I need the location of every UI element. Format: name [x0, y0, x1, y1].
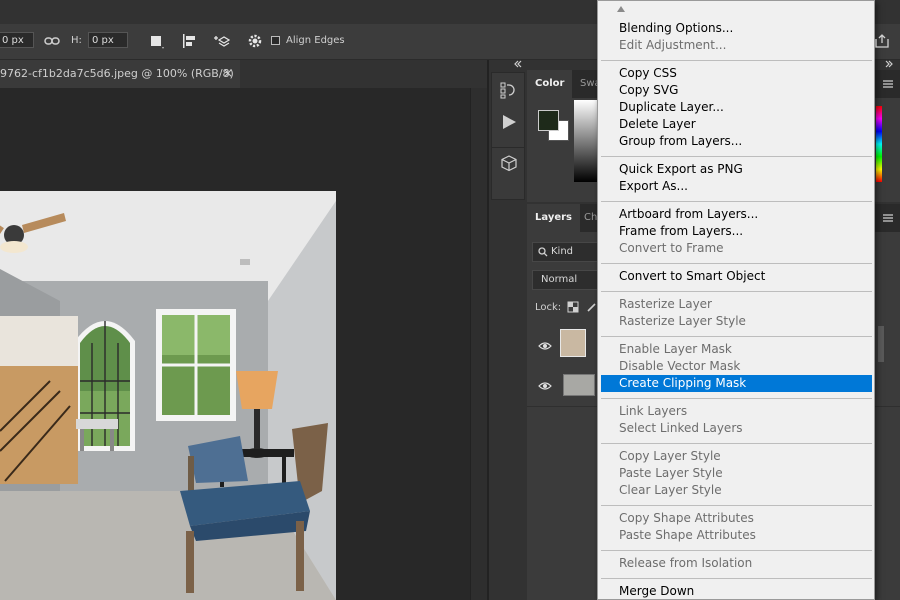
menu-item-delete-layer[interactable]: Delete Layer: [601, 116, 872, 133]
collapsed-panel-dock: [489, 60, 527, 600]
menu-separator: [601, 291, 872, 292]
menu-item-rasterize-layer-style: Rasterize Layer Style: [619, 314, 746, 328]
gear-icon[interactable]: [246, 32, 264, 50]
menu-item-convert-to-frame: Convert to Frame: [619, 241, 724, 255]
path-operations-icon[interactable]: [147, 32, 165, 50]
menu-item-quick-export-png[interactable]: Quick Export as PNG: [601, 161, 872, 178]
lock-transparent-pixels-icon[interactable]: [567, 301, 579, 313]
toolbar-separator: [492, 147, 524, 148]
align-edges-checkbox[interactable]: [271, 36, 280, 45]
height-label: H:: [71, 35, 82, 46]
color-ramp[interactable]: [574, 100, 598, 182]
lock-label: Lock:: [535, 302, 562, 313]
menu-separator: [601, 263, 872, 264]
play-icon[interactable]: [500, 113, 518, 131]
menu-separator: [601, 336, 872, 337]
layer-thumbnail: [560, 329, 586, 357]
menu-item-edit-adjustment: Edit Adjustment...: [619, 38, 727, 52]
tab-layers[interactable]: Layers: [527, 204, 580, 232]
menu-separator: [601, 398, 872, 399]
layers-scrollbar[interactable]: [878, 326, 884, 362]
eye-icon[interactable]: [538, 339, 552, 353]
menu-item-convert-to-smart-object[interactable]: Convert to Smart Object: [601, 268, 872, 285]
vertical-scrollbar[interactable]: [470, 88, 488, 600]
expand-arrows-icon[interactable]: [884, 59, 894, 69]
3d-cube-icon[interactable]: [500, 154, 518, 172]
path-alignment-icon[interactable]: [180, 32, 198, 50]
history-icon[interactable]: [499, 81, 517, 99]
menu-separator: [601, 578, 872, 579]
menu-separator: [601, 550, 872, 551]
search-icon: [538, 247, 548, 257]
document-tab[interactable]: 9762-cf1b2da7c5d6.jpeg @ 100% (RGB/8) ×: [0, 60, 240, 88]
menu-item-frame-from-layers[interactable]: Frame from Layers...: [601, 223, 872, 240]
menu-item-paste-shape-attributes: Paste Shape Attributes: [619, 528, 756, 542]
menu-separator: [601, 201, 872, 202]
menu-item-rasterize-layer: Rasterize Layer: [619, 297, 712, 311]
menu-item-group-from-layers[interactable]: Group from Layers...: [601, 133, 872, 150]
menu-item-paste-layer-style: Paste Layer Style: [619, 466, 723, 480]
layer-thumbnail: [563, 374, 595, 396]
share-icon[interactable]: [874, 33, 890, 49]
menu-item-merge-down[interactable]: Merge Down: [601, 583, 872, 600]
menu-separator: [601, 156, 872, 157]
link-icon[interactable]: [43, 32, 61, 50]
height-input[interactable]: 0 px: [88, 32, 128, 48]
close-icon[interactable]: ×: [223, 66, 233, 80]
menu-item-disable-vector-mask: Disable Vector Mask: [619, 359, 741, 373]
align-edges-label: Align Edges: [286, 35, 345, 46]
menu-item-blending-options[interactable]: Blending Options...: [601, 20, 872, 37]
menu-item-enable-layer-mask: Enable Layer Mask: [619, 342, 732, 356]
menu-item-duplicate-layer[interactable]: Duplicate Layer...: [601, 99, 872, 116]
menu-item-export-as[interactable]: Export As...: [601, 178, 872, 195]
eye-icon[interactable]: [538, 379, 552, 393]
scroll-up-arrow-icon[interactable]: [616, 5, 626, 13]
menu-item-select-linked-layers: Select Linked Layers: [619, 421, 743, 435]
lock-image-pixels-icon[interactable]: [587, 302, 597, 312]
hue-slider[interactable]: [876, 106, 882, 182]
menu-item-copy-shape-attributes: Copy Shape Attributes: [619, 511, 754, 525]
menu-item-artboard-from-layers[interactable]: Artboard from Layers...: [601, 206, 872, 223]
collapse-arrows-icon[interactable]: [513, 59, 523, 69]
layer-context-menu: Blending Options... Edit Adjustment... C…: [597, 0, 875, 600]
menu-item-create-clipping-mask[interactable]: Create Clipping Mask: [601, 375, 872, 392]
document-tab-title: 9762-cf1b2da7c5d6.jpeg @ 100% (RGB/8): [0, 67, 234, 80]
blend-mode-select[interactable]: Normal: [532, 270, 600, 290]
kind-filter-select[interactable]: Kind: [532, 242, 600, 262]
width-input[interactable]: 0 px: [0, 32, 34, 48]
menu-separator: [601, 505, 872, 506]
menu-separator: [601, 443, 872, 444]
menu-item-copy-svg[interactable]: Copy SVG: [601, 82, 872, 99]
layers-panel-menu-icon[interactable]: [882, 212, 894, 224]
menu-item-link-layers: Link Layers: [619, 404, 688, 418]
document-image[interactable]: [0, 191, 336, 600]
menu-separator: [601, 60, 872, 61]
kind-filter-label: Kind: [551, 246, 574, 257]
tab-color[interactable]: Color: [527, 70, 573, 98]
path-arrangement-icon[interactable]: [212, 32, 230, 50]
menu-item-release-from-isolation: Release from Isolation: [619, 556, 753, 570]
menu-item-clear-layer-style: Clear Layer Style: [619, 483, 722, 497]
menu-item-copy-css[interactable]: Copy CSS: [601, 65, 872, 82]
foreground-color-swatch[interactable]: [538, 110, 559, 131]
menu-item-copy-layer-style: Copy Layer Style: [619, 449, 721, 463]
panel-menu-icon[interactable]: [882, 78, 894, 90]
